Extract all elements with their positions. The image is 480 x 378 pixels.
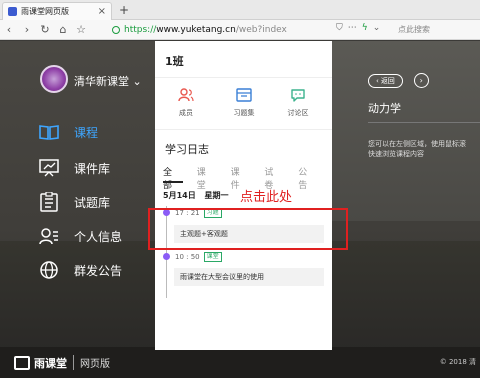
exercise-label: 习题集 — [233, 109, 255, 117]
footer-subtitle: 网页版 — [73, 355, 110, 370]
menu-chevron-icon[interactable]: ⌄ — [373, 23, 381, 33]
members-button[interactable]: 成员 — [161, 87, 211, 118]
back-pill-button[interactable]: ‹ 返回 — [368, 74, 403, 88]
school-selector[interactable]: 清华新课堂 ⌄ — [74, 73, 142, 89]
log-entry-card[interactable]: 雨课堂在大型会议里的使用 — [174, 268, 324, 286]
sidebar-item-courseware[interactable]: 课件库 — [38, 157, 110, 179]
course-preview: ‹ 返回 › 动力学 您可以在左侧区域，使用鼠标滚 快速浏览课程内容 — [368, 73, 480, 159]
tab-title: 雨课堂网页版 — [21, 7, 69, 16]
sidebar-item-label: 群发公告 — [74, 263, 123, 278]
sidebar-item-announcements[interactable]: 群发公告 — [38, 259, 122, 281]
sidebar-item-label: 试题库 — [74, 195, 111, 210]
shield-icon[interactable]: ⛉ — [336, 23, 343, 33]
exercise-icon — [235, 87, 253, 103]
course-title-divider — [368, 122, 480, 123]
study-log-title: 学习日志 — [165, 143, 209, 156]
presentation-icon — [38, 157, 60, 179]
copyright: © 2018 清 — [439, 358, 476, 366]
discussion-button[interactable]: 讨论区 — [273, 87, 323, 118]
document-list-icon — [38, 191, 60, 213]
reload-button[interactable]: ↻ — [36, 21, 54, 39]
close-tab-icon[interactable]: × — [98, 6, 106, 17]
chevron-left-icon: ‹ — [376, 77, 379, 85]
back-label: 返回 — [380, 77, 395, 85]
tab-classroom[interactable]: 课堂 — [197, 165, 212, 191]
globe-icon — [38, 259, 60, 281]
home-button[interactable]: ⌂ — [54, 21, 72, 39]
sidebar-item-label: 个人信息 — [74, 229, 123, 244]
secure-lock-icon — [112, 25, 120, 34]
browser-tab[interactable]: 雨课堂网页版 × — [2, 2, 112, 20]
timeline-dot — [163, 253, 170, 260]
footer-brand: 雨课堂 — [34, 356, 67, 370]
address-bar[interactable]: https:// www.yuketang.cn /web?index — [112, 22, 326, 37]
annotation-text: 点击此处 — [240, 190, 293, 205]
sidebar-item-question-bank[interactable]: 试题库 — [38, 191, 110, 213]
entry-tag: 课堂 — [203, 252, 222, 262]
url-scheme: https:// — [124, 24, 157, 35]
sidebar-item-label: 课程 — [74, 125, 99, 140]
course-description-line-1: 您可以在左侧区域，使用鼠标滚 — [368, 140, 466, 148]
book-icon — [38, 121, 60, 143]
user-card-icon — [38, 225, 60, 247]
footer-bar: 雨课堂 网页版 — [0, 347, 480, 378]
url-path: /web?index — [235, 24, 287, 35]
entry-time: 10 : 50 — [175, 253, 200, 261]
sidebar-item-label: 课件库 — [74, 161, 111, 176]
members-label: 成员 — [179, 109, 193, 117]
sidebar-item-courses[interactable]: 课程 — [38, 121, 98, 143]
panel-divider — [155, 77, 332, 78]
forward-circle-button[interactable]: › — [413, 73, 429, 88]
new-tab-button[interactable]: + — [119, 3, 129, 17]
active-tab-indicator — [163, 181, 183, 183]
members-icon — [177, 87, 195, 103]
school-name: 清华新课堂 — [74, 75, 129, 88]
yuketang-logo-icon — [14, 355, 30, 370]
discussion-label: 讨论区 — [287, 109, 309, 117]
weekday-label: 星期一 — [204, 191, 229, 200]
tab-announcements[interactable]: 公告 — [298, 165, 313, 191]
panel-divider — [155, 129, 332, 130]
log-entry-meta: 10 : 50 课堂 — [175, 252, 222, 262]
exercise-set-button[interactable]: 习题集 — [219, 87, 269, 118]
date-label: 5月14日 — [163, 191, 196, 200]
yuketang-favicon-icon — [8, 7, 17, 16]
course-title: 动力学 — [368, 102, 401, 115]
footer-logo[interactable]: 雨课堂 网页版 — [14, 355, 110, 371]
school-logo[interactable] — [40, 65, 68, 93]
bookmark-star-icon[interactable]: ☆ — [72, 21, 90, 39]
url-host: www.yuketang.cn — [156, 24, 236, 35]
browser-tabbar: 雨课堂网页版 × + — [0, 0, 480, 20]
discussion-icon — [289, 87, 307, 103]
browser-navbar: ‹ › ↻ ⌂ ☆ https:// www.yuketang.cn /web?… — [0, 20, 480, 40]
highlight-box — [148, 208, 348, 250]
chevron-down-icon: ⌄ — [132, 75, 142, 88]
forward-button[interactable]: › — [18, 21, 36, 39]
browser-search-input[interactable]: 点此搜索 — [394, 23, 478, 36]
course-description-line-2: 快速浏览课程内容 — [368, 150, 424, 158]
class-name: 1班 — [165, 55, 184, 68]
browser-toolbar: ⛉ ⋯ ϟ ⌄ — [336, 23, 380, 33]
back-button[interactable]: ‹ — [0, 21, 18, 39]
sidebar-item-profile[interactable]: 个人信息 — [38, 225, 122, 247]
share-icon[interactable]: ⋯ — [348, 23, 357, 33]
lightning-icon[interactable]: ϟ — [362, 23, 368, 33]
log-date: 5月14日 星期一 — [163, 190, 235, 201]
tab-all[interactable]: 全部 — [163, 165, 178, 191]
